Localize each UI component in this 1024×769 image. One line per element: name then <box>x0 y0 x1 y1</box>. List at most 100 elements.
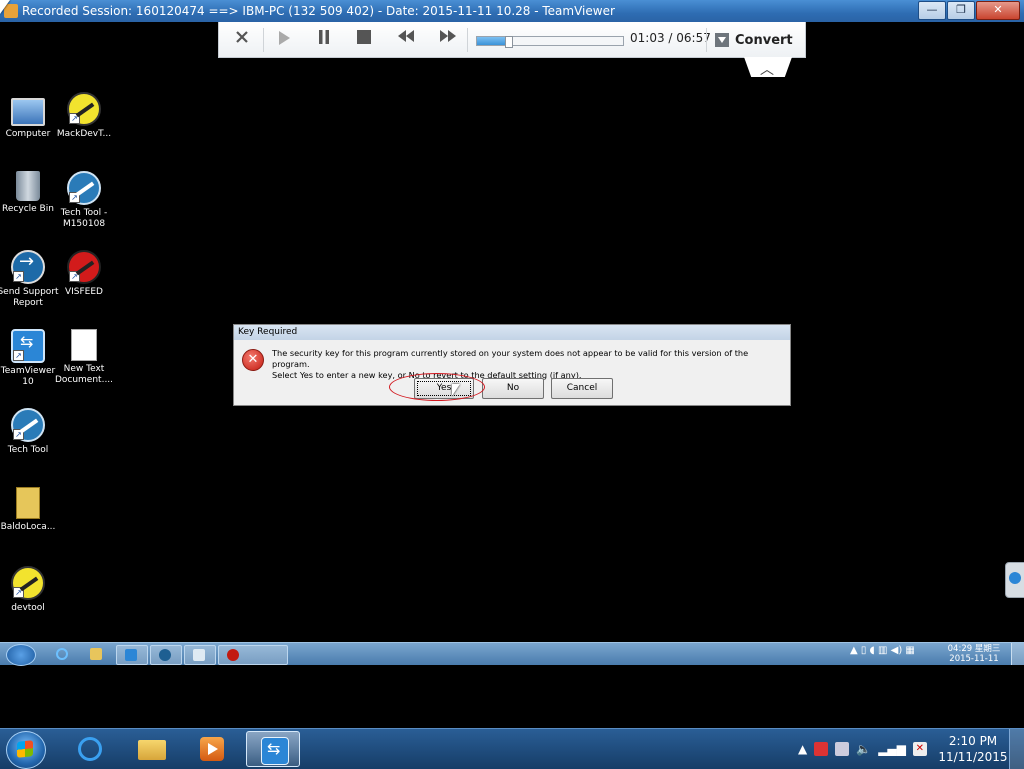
play-icon <box>279 31 290 45</box>
window-title: Recorded Session: 160120474 ==> IBM-PC (… <box>22 4 615 18</box>
stop-icon <box>357 30 371 44</box>
taskbar-internet-explorer[interactable] <box>62 731 116 767</box>
desktop-icon-label: Tech Tool <box>7 445 49 455</box>
desktop-icon-baldoloca[interactable]: BaldoLoca... <box>0 487 59 533</box>
visfeed-icon: ↗ <box>67 250 101 284</box>
desktop-icon-tech-tool-m150108[interactable]: ↗ Tech Tool - M150108 <box>53 171 115 230</box>
convert-icon <box>715 33 729 47</box>
desktop-icon-label: Computer <box>5 129 51 139</box>
toolbar-divider <box>263 28 264 52</box>
playback-progress-bar[interactable] <box>476 36 624 48</box>
desktop-icon-visfeed[interactable]: ↗ VISFEED <box>53 250 115 298</box>
fast-forward-button[interactable] <box>437 30 459 50</box>
shortcut-arrow-icon: ↗ <box>69 113 80 124</box>
desktop-icon-recycle-bin[interactable]: Recycle Bin <box>0 171 59 215</box>
remote-taskbar-notepad[interactable] <box>184 645 216 665</box>
tech-tool-icon: ↗ <box>67 171 101 205</box>
desktop-icon-label: BaldoLoca... <box>0 522 56 532</box>
tech-tool-icon <box>159 649 171 661</box>
toolbar-divider <box>467 28 468 52</box>
convert-button[interactable]: Convert <box>715 29 793 51</box>
desktop-icon-label: Tech Tool - M150108 <box>60 208 108 229</box>
remote-taskbar-explorer[interactable] <box>82 645 112 663</box>
chevron-up-icon: ︿ <box>760 62 774 78</box>
remote-taskbar: ▲ ▯ ◖ ▥ ◀) ▦ 04:29 星期三 2015-11-11 <box>0 642 1024 666</box>
remote-clock[interactable]: 04:29 星期三 2015-11-11 <box>944 644 1004 664</box>
teamviewer-icon <box>261 737 289 765</box>
progress-fill <box>477 37 508 45</box>
visfeed-icon <box>227 649 239 661</box>
system-tray: ▲ 🔈 ▂▄▆ ✕ <box>798 741 927 757</box>
folder-icon <box>90 648 102 660</box>
window-titlebar: Recorded Session: 160120474 ==> IBM-PC (… <box>0 0 1024 22</box>
play-button[interactable] <box>273 30 295 50</box>
desktop-icon-label: New Text Document.... <box>54 364 114 385</box>
volume-icon[interactable]: 🔈 <box>856 742 871 756</box>
pause-button[interactable] <box>313 30 335 50</box>
network-signal-icon[interactable]: ▂▄▆ <box>878 742 906 756</box>
desktop-icon-send-support-report[interactable]: ↗ Send Support Report <box>0 250 59 309</box>
minimize-button[interactable]: — <box>918 1 946 20</box>
cancel-button[interactable]: Cancel <box>551 378 613 399</box>
local-taskbar: ▲ 🔈 ▂▄▆ ✕ 2:10 PM 11/11/2015 <box>0 728 1024 769</box>
remote-taskbar-ie[interactable] <box>48 645 78 663</box>
text-document-icon <box>71 329 97 361</box>
desktop-icon-computer[interactable]: Computer <box>0 92 59 140</box>
teamviewer-side-panel-tab[interactable] <box>1005 562 1024 598</box>
fast-forward-icon <box>440 30 456 42</box>
desktop-icon-devtool[interactable]: ↗ devtool <box>0 566 59 614</box>
shortcut-arrow-icon: ↗ <box>69 192 80 203</box>
remote-show-desktop-button[interactable] <box>1011 643 1024 665</box>
shortcut-arrow-icon: ↗ <box>69 271 80 282</box>
remote-taskbar-tech-tool[interactable] <box>150 645 182 665</box>
taskbar-teamviewer[interactable] <box>246 731 300 767</box>
zip-icon <box>16 487 40 519</box>
folder-icon <box>138 740 166 760</box>
remote-start-button[interactable] <box>6 644 36 666</box>
close-playback-button[interactable] <box>231 30 253 50</box>
notepad-icon <box>193 649 205 661</box>
mouse-cursor-icon <box>0 0 10 14</box>
no-button[interactable]: No <box>482 378 544 399</box>
clock-time: 2:10 PM <box>948 734 998 748</box>
rewind-button[interactable] <box>395 30 417 50</box>
clock[interactable]: 2:10 PM 11/11/2015 <box>938 733 1008 765</box>
battery-icon[interactable] <box>835 742 850 756</box>
wrench-app-icon: ↗ <box>67 92 101 126</box>
taskbar-media-player[interactable] <box>184 731 238 767</box>
remote-taskbar-teamviewer[interactable] <box>116 645 148 665</box>
desktop-icon-new-text-document[interactable]: New Text Document.... <box>53 329 115 386</box>
desktop-icon-mackdevt[interactable]: ↗ MackDevT... <box>53 92 115 140</box>
tech-tool-icon: ↗ <box>11 408 45 442</box>
desktop-icon-label: Send Support Report <box>0 287 59 308</box>
remote-clock-time: 04:29 星期三 <box>947 644 1001 654</box>
stop-button[interactable] <box>353 30 375 50</box>
desktop-icon-label: Recycle Bin <box>2 204 54 214</box>
internet-explorer-icon <box>78 737 102 761</box>
start-button[interactable] <box>6 731 46 769</box>
collapse-toolbar-tab[interactable]: ︿ <box>744 57 792 77</box>
remote-taskbar-visfeed[interactable] <box>218 645 288 665</box>
key-required-dialog: Key Required ✕ The security key for this… <box>233 324 791 406</box>
taskbar-windows-explorer[interactable] <box>124 731 178 767</box>
window-controls: — ❐ ✕ <box>917 1 1020 20</box>
toolbar-divider <box>706 28 707 52</box>
playback-time: 01:03 / 06:57 <box>630 31 711 45</box>
desktop-icon-tech-tool[interactable]: ↗ Tech Tool <box>0 408 59 456</box>
desktop-icon-teamviewer-10[interactable]: ↗ TeamViewer 10 <box>0 329 59 388</box>
shortcut-arrow-icon: ↗ <box>13 587 24 598</box>
maximize-button[interactable]: ❐ <box>947 1 975 20</box>
network-disconnected-icon[interactable]: ✕ <box>912 742 927 756</box>
progress-handle[interactable] <box>504 36 513 48</box>
computer-icon <box>11 98 45 126</box>
close-window-button[interactable]: ✕ <box>976 1 1020 20</box>
action-center-icon[interactable] <box>814 742 829 756</box>
media-player-icon <box>200 737 224 761</box>
dialog-title: Key Required <box>234 325 790 340</box>
error-icon: ✕ <box>242 349 264 371</box>
rewind-icon <box>398 30 414 42</box>
show-desktop-button[interactable] <box>1009 729 1024 769</box>
pause-icon <box>319 30 329 44</box>
show-hidden-icons-icon[interactable]: ▲ <box>798 742 807 756</box>
remote-clock-date: 2015-11-11 <box>949 654 999 664</box>
